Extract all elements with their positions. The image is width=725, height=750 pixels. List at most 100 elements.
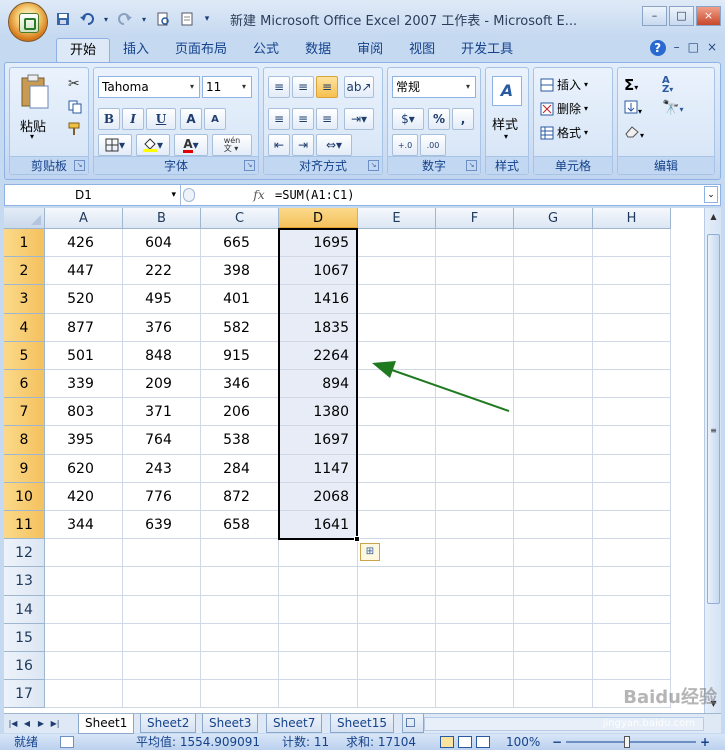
increase-decimal-button[interactable]: +.0 <box>392 134 418 156</box>
cell-h4[interactable] <box>593 313 671 342</box>
cell-f3[interactable] <box>436 285 514 314</box>
cell-f14[interactable] <box>436 595 514 624</box>
orientation-button[interactable]: ab↗ <box>344 76 374 98</box>
cell-f15[interactable] <box>436 623 514 652</box>
cell-h3[interactable] <box>593 285 671 314</box>
cell-b13[interactable] <box>123 567 201 596</box>
cell-b8[interactable]: 764 <box>123 426 201 455</box>
sheet-tab[interactable]: Sheet3 <box>202 714 259 733</box>
tab-view[interactable]: 视图 <box>396 38 448 62</box>
cell-f7[interactable] <box>436 398 514 427</box>
maximize-button[interactable]: □ <box>669 6 694 26</box>
cell-c12[interactable] <box>201 539 279 568</box>
cell-a9[interactable]: 620 <box>45 454 123 483</box>
align-top-button[interactable]: ≡ <box>268 76 290 98</box>
row-header-13[interactable]: 13 <box>4 567 45 596</box>
cell-c2[interactable]: 398 <box>201 257 279 286</box>
fill-button[interactable]: ▾ <box>624 100 642 117</box>
borders-button[interactable]: ▾ <box>98 134 132 156</box>
prev-sheet-icon[interactable]: ◀ <box>20 716 34 731</box>
cell-e4[interactable] <box>358 313 436 342</box>
cell-b14[interactable] <box>123 595 201 624</box>
cell-h14[interactable] <box>593 595 671 624</box>
cell-f11[interactable] <box>436 511 514 540</box>
increase-indent-button[interactable]: ⇥ <box>292 134 314 156</box>
cell-c5[interactable]: 915 <box>201 341 279 370</box>
cell-d8[interactable]: 1697 <box>279 426 358 455</box>
clear-button[interactable]: ▾ <box>624 124 644 141</box>
cell-g6[interactable] <box>514 370 593 399</box>
select-all-button[interactable] <box>4 208 45 229</box>
cell-g7[interactable] <box>514 398 593 427</box>
paste-icon[interactable] <box>20 74 50 110</box>
cell-d7[interactable]: 1380 <box>279 398 358 427</box>
cell-c10[interactable]: 872 <box>201 482 279 511</box>
row-header-4[interactable]: 4 <box>4 313 45 342</box>
styles-icon[interactable]: A <box>492 76 522 106</box>
cell-d4[interactable]: 1835 <box>279 313 358 342</box>
cell-b3[interactable]: 495 <box>123 285 201 314</box>
column-header-f[interactable]: F <box>436 208 514 229</box>
cell-c6[interactable]: 346 <box>201 370 279 399</box>
sheet-tab[interactable]: Sheet15 <box>330 714 394 733</box>
column-header-h[interactable]: H <box>593 208 671 229</box>
cell-h1[interactable] <box>593 229 671 258</box>
font-color-button[interactable]: A ▾ <box>174 134 208 156</box>
underline-button[interactable]: U <box>146 108 176 130</box>
row-header-1[interactable]: 1 <box>4 229 45 258</box>
cell-a13[interactable] <box>45 567 123 596</box>
currency-button[interactable]: $▾ <box>392 108 424 130</box>
styles-button[interactable]: 样式 <box>492 114 518 133</box>
fill-color-button[interactable]: ▾ <box>136 134 170 156</box>
row-header-9[interactable]: 9 <box>4 454 45 483</box>
tab-developer[interactable]: 开发工具 <box>448 38 526 62</box>
tab-formulas[interactable]: 公式 <box>240 38 292 62</box>
grow-font-button[interactable]: A <box>180 108 202 130</box>
cell-g12[interactable] <box>514 539 593 568</box>
cell-f9[interactable] <box>436 454 514 483</box>
macro-record-icon[interactable] <box>60 736 74 748</box>
cell-d6[interactable]: 894 <box>279 370 358 399</box>
cell-b17[interactable] <box>123 680 201 709</box>
formula-input[interactable]: =SUM(A1:C1) <box>275 185 354 205</box>
cell-g15[interactable] <box>514 623 593 652</box>
cell-a11[interactable]: 344 <box>45 511 123 540</box>
cell-f12[interactable] <box>436 539 514 568</box>
cell-a5[interactable]: 501 <box>45 341 123 370</box>
cell-c8[interactable]: 538 <box>201 426 279 455</box>
cell-b2[interactable]: 222 <box>123 257 201 286</box>
cell-a16[interactable] <box>45 652 123 681</box>
cell-f17[interactable] <box>436 680 514 709</box>
page-layout-view-icon[interactable] <box>458 736 472 748</box>
cell-e15[interactable] <box>358 623 436 652</box>
row-header-12[interactable]: 12 <box>4 539 45 568</box>
cell-g16[interactable] <box>514 652 593 681</box>
cut-icon[interactable]: ✂ <box>68 76 80 92</box>
undo-dropdown-icon[interactable]: ▾ <box>102 10 110 28</box>
save-icon[interactable] <box>54 10 72 28</box>
cell-c9[interactable]: 284 <box>201 454 279 483</box>
cell-f6[interactable] <box>436 370 514 399</box>
cell-f8[interactable] <box>436 426 514 455</box>
row-header-5[interactable]: 5 <box>4 341 45 370</box>
paste-dropdown-icon[interactable]: ▾ <box>30 132 34 141</box>
cell-g4[interactable] <box>514 313 593 342</box>
row-header-10[interactable]: 10 <box>4 482 45 511</box>
find-select-button[interactable]: 🔭▾ <box>662 100 683 116</box>
column-header-c[interactable]: C <box>201 208 279 229</box>
cell-g8[interactable] <box>514 426 593 455</box>
cell-b9[interactable]: 243 <box>123 454 201 483</box>
cell-h10[interactable] <box>593 482 671 511</box>
column-header-a[interactable]: A <box>45 208 123 229</box>
cell-h12[interactable] <box>593 539 671 568</box>
column-header-d[interactable]: D <box>279 208 358 229</box>
cell-c13[interactable] <box>201 567 279 596</box>
cell-h13[interactable] <box>593 567 671 596</box>
scroll-thumb[interactable] <box>707 234 720 604</box>
cell-a10[interactable]: 420 <box>45 482 123 511</box>
cell-e16[interactable] <box>358 652 436 681</box>
name-box[interactable]: D1 ▾ <box>5 185 181 205</box>
alignment-launcher-icon[interactable]: ↘ <box>368 160 379 171</box>
cell-c7[interactable]: 206 <box>201 398 279 427</box>
cell-g9[interactable] <box>514 454 593 483</box>
